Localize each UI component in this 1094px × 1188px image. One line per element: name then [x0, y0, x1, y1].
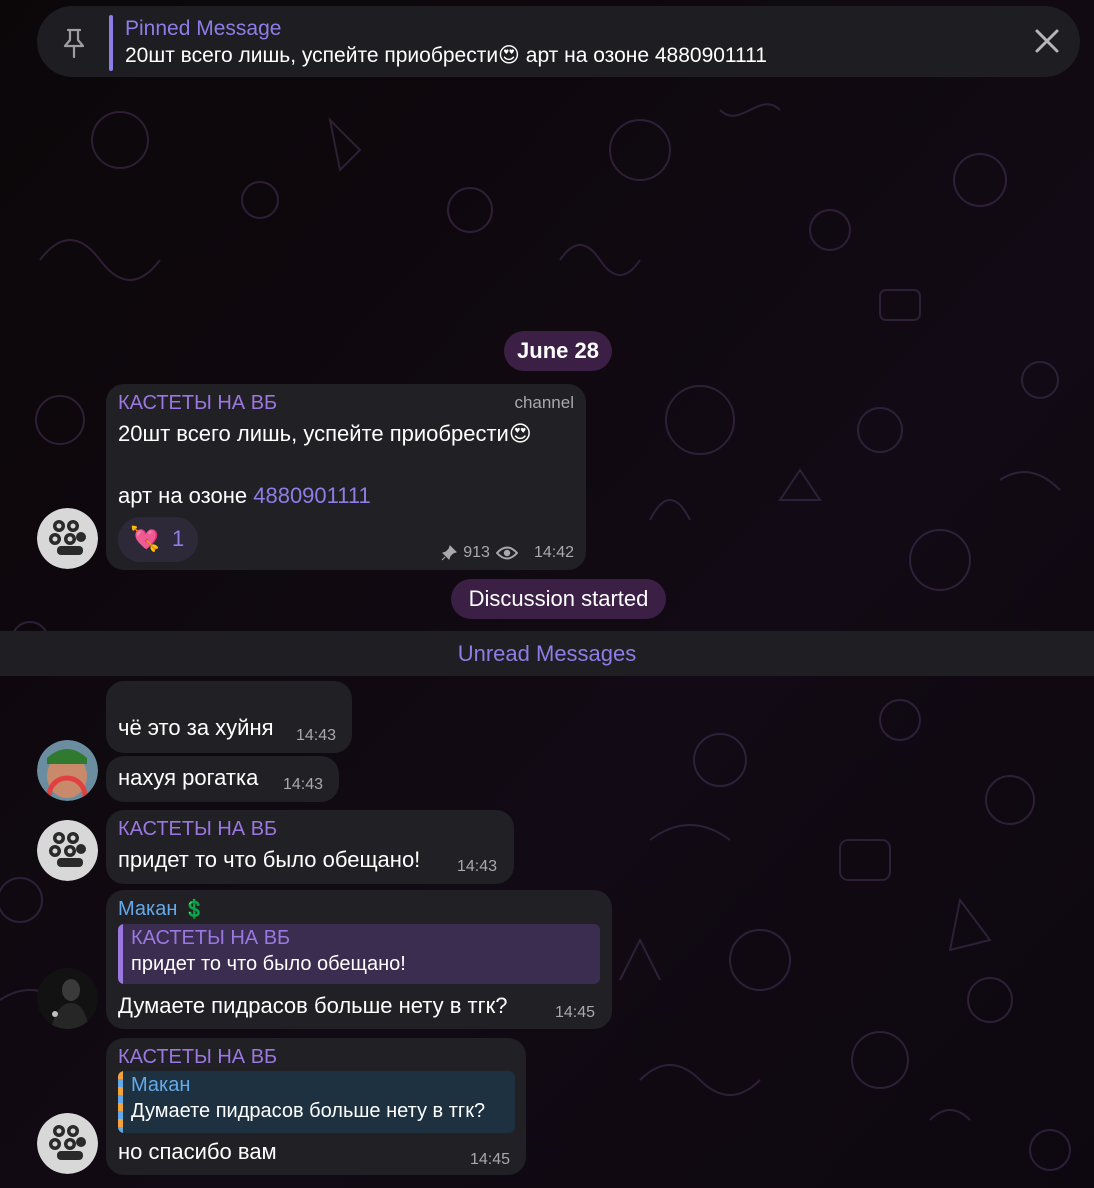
- unread-messages-divider: Unread Messages: [0, 631, 1094, 676]
- pinned-message-bar[interactable]: Pinned Message 20шт всего лишь, успейте …: [37, 6, 1080, 77]
- author-name: Макан: [118, 898, 178, 920]
- message-time: 14:45: [555, 1004, 596, 1021]
- eye-icon: [495, 546, 518, 560]
- channel-avatar[interactable]: [37, 1113, 98, 1174]
- message-meta: 913 14:42: [441, 544, 574, 562]
- reply-accent-bar: [118, 1071, 123, 1133]
- pin-small-icon: [441, 545, 458, 561]
- views-count: 913: [463, 544, 490, 561]
- reaction-chip[interactable]: 💘 1: [118, 517, 198, 562]
- pinned-title: Pinned Message: [125, 17, 282, 40]
- channel-avatar[interactable]: [37, 820, 98, 881]
- article-number-link[interactable]: 4880901111: [253, 483, 370, 508]
- heart-arrow-icon: 💘: [130, 526, 160, 553]
- user-avatar[interactable]: [37, 740, 98, 801]
- reply-text: Думаете пидрасов больше нету в тгк?: [131, 1100, 486, 1122]
- message-bubble[interactable]: Макан 💲 КАСТЕТЫ НА ВБ придет то что было…: [106, 890, 612, 1029]
- reply-author: КАСТЕТЫ НА ВБ: [131, 927, 291, 949]
- pinned-text: 20шт всего лишь, успейте приобрести😍 арт…: [125, 44, 767, 67]
- message-bubble[interactable]: чё это за хуйня 14:43: [106, 681, 352, 753]
- message-text: чё это за хуйня: [118, 715, 274, 740]
- message-bubble[interactable]: КАСТЕТЫ НА ВБ придет то что было обещано…: [106, 810, 514, 884]
- pin-icon: [63, 28, 85, 58]
- channel-avatar[interactable]: [37, 508, 98, 569]
- message-time: 14:43: [296, 727, 337, 744]
- channel-badge: channel: [514, 393, 574, 412]
- message-text: нахуя рогатка: [118, 765, 259, 790]
- reply-preview[interactable]: КАСТЕТЫ НА ВБ придет то что было обещано…: [118, 924, 600, 984]
- user-avatar[interactable]: [37, 968, 98, 1029]
- message-author[interactable]: КАСТЕТЫ НА ВБ: [118, 1046, 277, 1069]
- message-text-line1: 20шт всего лишь, успейте приобрести😍: [118, 421, 532, 446]
- message-text: придет то что было обещано!: [118, 847, 421, 872]
- message-author[interactable]: КАСТЕТЫ НА ВБ: [118, 392, 277, 415]
- reply-accent-bar: [118, 924, 123, 984]
- reply-author: Макан: [131, 1074, 191, 1096]
- close-icon[interactable]: [1032, 26, 1062, 56]
- message-time: 14:43: [283, 776, 324, 793]
- reply-preview[interactable]: Макан Думаете пидрасов больше нету в тгк…: [118, 1071, 515, 1133]
- reaction-count: 1: [172, 526, 185, 551]
- discussion-started-label: Discussion started: [451, 579, 666, 619]
- message-time: 14:42: [533, 544, 574, 561]
- message-text: но спасибо вам: [118, 1139, 277, 1164]
- message-bubble[interactable]: КАСТЕТЫ НА ВБ Макан Думаете пидрасов бол…: [106, 1038, 526, 1175]
- message-text-line2: арт на озоне 4880901111: [118, 483, 371, 509]
- message-author[interactable]: Макан 💲: [118, 898, 205, 921]
- message-author[interactable]: КАСТЕТЫ НА ВБ: [118, 818, 277, 841]
- message-bubble[interactable]: нахуя рогатка 14:43: [106, 756, 339, 802]
- dollar-badge-icon: 💲: [182, 899, 206, 919]
- message-time: 14:45: [470, 1151, 511, 1168]
- pinned-accent-bar: [109, 15, 113, 71]
- reply-text: придет то что было обещано!: [131, 953, 406, 975]
- message-text: Думаете пидрасов больше нету в тгк?: [118, 993, 508, 1018]
- date-separator: June 28: [504, 331, 612, 371]
- message-text-prefix: арт на озоне: [118, 483, 254, 508]
- message-time: 14:43: [457, 858, 498, 875]
